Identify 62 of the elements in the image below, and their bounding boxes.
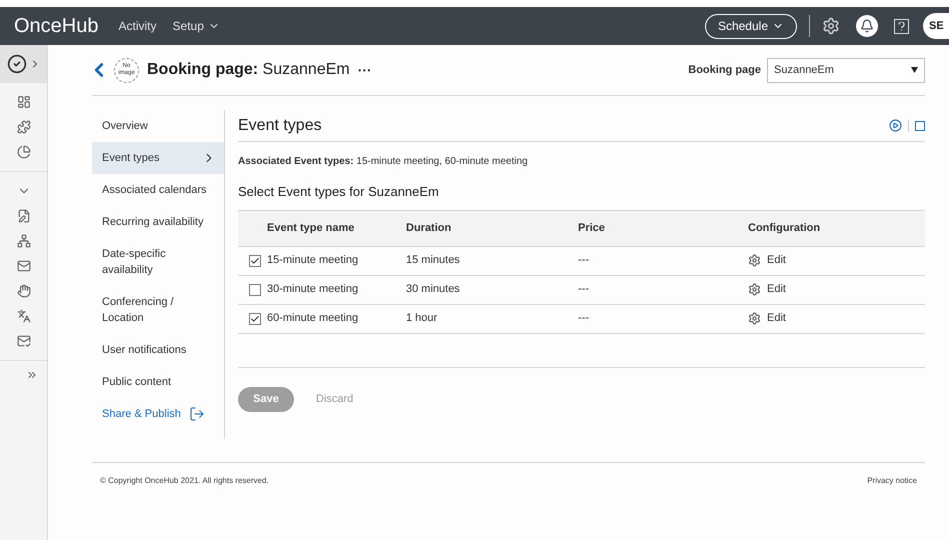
share-publish-link[interactable]: Share & Publish — [92, 398, 224, 430]
table-cell-text: 1 hour — [406, 311, 438, 326]
pie-chart-icon[interactable] — [16, 145, 30, 159]
nav-item[interactable]: User notifications — [92, 334, 224, 366]
expand-icon[interactable] — [26, 369, 38, 381]
nav-item[interactable]: Public content — [92, 366, 224, 398]
gear-icon — [748, 283, 761, 296]
edit-button[interactable]: Edit — [748, 310, 786, 327]
edit-button[interactable]: Edit — [748, 281, 786, 298]
nav-item[interactable]: Associated calendars — [92, 174, 224, 206]
translate-icon[interactable] — [16, 309, 30, 323]
table-cell-text: --- — [578, 311, 590, 326]
column-header: Duration — [406, 220, 452, 236]
nav-item[interactable]: Recurring availability — [92, 206, 224, 238]
table-cell-text: --- — [578, 282, 590, 298]
table-cell-text: 30 minutes — [406, 282, 461, 298]
gear-icon — [748, 254, 761, 267]
hand-icon[interactable] — [16, 284, 30, 298]
booking-page-dropdown[interactable]: SuzanneEm — [767, 58, 925, 82]
associated-text: Associated Event types: 15-minute meeting, 60-minute meeting — [238, 155, 529, 169]
column-header: Price — [578, 220, 606, 236]
bell-icon[interactable] — [856, 15, 878, 37]
logo[interactable]: OnceHub — [14, 11, 98, 41]
puzzle-icon[interactable] — [16, 120, 30, 134]
privacy-link[interactable]: Privacy notice — [867, 474, 917, 486]
checkbox[interactable] — [249, 254, 261, 266]
edit-button[interactable]: Edit — [748, 252, 786, 269]
dropdown-arrow-icon — [911, 67, 918, 73]
dashboard-icon[interactable] — [16, 95, 30, 109]
page-title: Booking page: SuzanneEm — [147, 60, 350, 80]
selector-label: Booking page — [688, 62, 761, 78]
table-cell-text: 15 minutes — [406, 253, 461, 268]
column-header: Event type name — [266, 220, 356, 236]
menu-item[interactable]: Setup — [172, 17, 220, 35]
export-icon — [188, 406, 205, 422]
schedule-button[interactable]: Schedule — [704, 14, 797, 38]
copyright-text: © Copyright OnceHub 2021. All rights reserved. — [100, 474, 269, 486]
checkbox[interactable] — [249, 284, 261, 296]
edit-document-icon[interactable] — [16, 209, 30, 223]
table-cell-text: 60-minute meeting — [267, 311, 358, 326]
menu-item[interactable]: Activity — [118, 17, 157, 35]
table-cell-text: 30-minute meeting — [267, 282, 358, 298]
section-subtitle: Select Event types for SuzanneEm — [238, 183, 440, 201]
check-circle-icon[interactable] — [6, 54, 26, 74]
table-cell-text: 15-minute meeting — [267, 253, 358, 268]
gear-icon — [748, 312, 761, 325]
column-header: Configuration — [748, 220, 822, 236]
mail-icon[interactable] — [16, 259, 30, 273]
help-icon[interactable] — [915, 120, 925, 130]
table-cell-text: --- — [578, 253, 590, 268]
settings-icon[interactable] — [822, 17, 840, 35]
section-title: Event types — [238, 116, 322, 136]
nav-item[interactable]: Conferencing / Location — [92, 286, 224, 334]
checkbox[interactable] — [249, 312, 261, 324]
more-button[interactable]: ··· — [358, 60, 372, 80]
mail-settings-icon[interactable] — [16, 334, 30, 348]
user-avatar[interactable]: SE — [923, 13, 949, 39]
nav-item[interactable]: Overview — [92, 110, 224, 142]
nav-item[interactable]: Date-specific availability — [92, 238, 224, 286]
nodes-icon[interactable] — [16, 234, 30, 248]
nav-item[interactable]: Event types — [92, 142, 224, 174]
play-icon[interactable] — [889, 119, 902, 132]
